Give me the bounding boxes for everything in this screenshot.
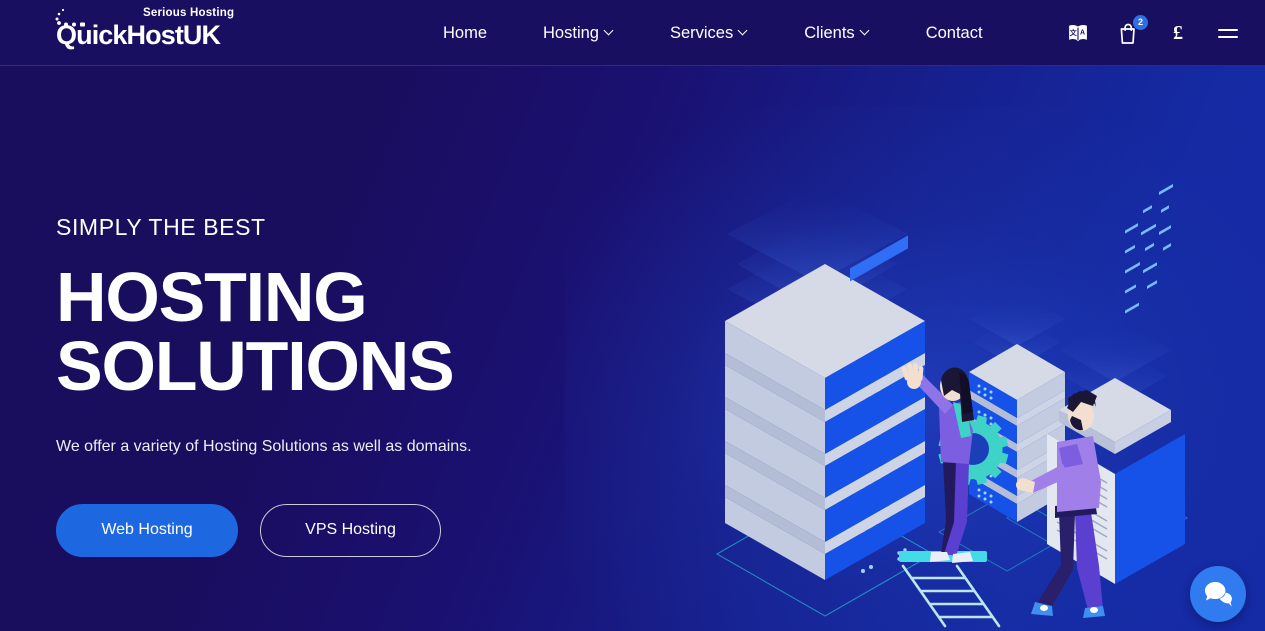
nav-label: Home	[443, 23, 488, 42]
nav-item-contact[interactable]: Contact	[898, 0, 1011, 66]
hero-cta-row: Web Hosting VPS Hosting	[56, 503, 696, 557]
vps-hosting-button[interactable]: VPS Hosting	[260, 503, 441, 557]
nav-label: Clients	[804, 23, 855, 42]
svg-text:A: A	[1080, 30, 1085, 37]
logo-tagline: Serious Hosting	[143, 7, 235, 19]
hero-headline-line-2: SOLUTIONS	[56, 327, 455, 406]
hero-headline-line-1: HOSTING	[56, 258, 368, 336]
hamburger-menu-button[interactable]	[1213, 18, 1243, 48]
translate-book-icon: 文 A	[1069, 25, 1087, 42]
site-logo[interactable]: Serious Hosting QuickHostUK	[55, 3, 295, 61]
hamburger-bar	[1218, 28, 1238, 31]
currency-selector[interactable]: £	[1163, 18, 1193, 48]
isometric-server-racks-illustration	[707, 114, 1227, 631]
chevron-down-icon	[861, 27, 870, 36]
site-header: Serious Hosting QuickHostUK Home Hosting…	[0, 0, 1265, 66]
chevron-down-icon	[739, 27, 748, 36]
svg-text:文: 文	[1070, 28, 1078, 37]
hero-subcopy: We offer a variety of Hosting Solutions …	[56, 437, 472, 455]
chat-bubbles-icon	[1205, 582, 1232, 607]
nav-label: Contact	[925, 23, 983, 42]
chat-widget-button[interactable]	[1190, 566, 1246, 622]
currency-pound-icon: £	[1173, 21, 1183, 44]
primary-navigation: Home Hosting Services Clients Contact	[415, 0, 1011, 66]
nav-item-home[interactable]: Home	[415, 0, 515, 66]
hero-headline: HOSTING SOLUTIONS	[56, 258, 696, 406]
nav-label: Hosting	[543, 23, 599, 42]
nav-item-hosting[interactable]: Hosting	[515, 0, 642, 66]
nav-item-clients[interactable]: Clients	[776, 0, 897, 66]
hamburger-bar	[1218, 35, 1238, 38]
hero-eyebrow: SIMPLY THE BEST	[56, 214, 266, 240]
translate-button[interactable]: 文 A	[1063, 18, 1093, 48]
ladder	[901, 564, 1001, 628]
logo-wordmark: QuickHostUK	[56, 20, 221, 50]
cart-count-badge: 2	[1133, 15, 1148, 30]
web-hosting-button[interactable]: Web Hosting	[56, 503, 238, 557]
hero-copy: SIMPLY THE BEST HOSTING SOLUTIONS We off…	[56, 216, 696, 557]
header-utilities: 文 A 2 £	[1063, 0, 1243, 66]
chevron-down-icon	[605, 27, 614, 36]
cart-button[interactable]: 2	[1113, 15, 1148, 48]
nav-label: Services	[669, 23, 734, 42]
nav-item-services[interactable]: Services	[642, 0, 776, 66]
page-root: Serious Hosting QuickHostUK Home Hosting…	[0, 0, 1265, 631]
hero-section: SIMPLY THE BEST HOSTING SOLUTIONS We off…	[0, 66, 1265, 631]
